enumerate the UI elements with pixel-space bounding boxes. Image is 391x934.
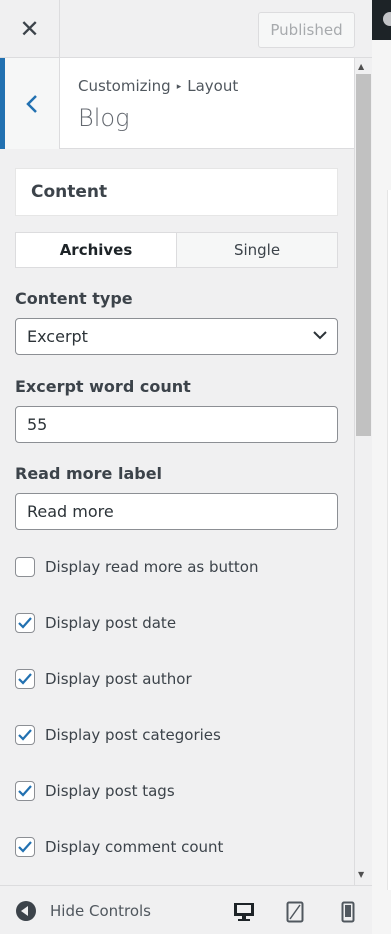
checkbox-box[interactable] [15,837,35,857]
section-title: Blog [78,104,130,132]
content-type-value: Excerpt [27,327,88,346]
preview-page [387,190,391,890]
excerpt-word-count-label: Excerpt word count [15,377,191,396]
customizer-header: ✕ Published [0,0,372,58]
section-header: Customizing ▸ Layout Blog [0,58,354,149]
breadcrumb-child: Layout [187,77,239,95]
checkbox-box[interactable] [15,725,35,745]
scroll-down-arrow-icon[interactable]: ▼ [358,870,364,879]
mobile-icon [341,901,355,923]
checkbox-box[interactable] [15,781,35,801]
collapse-icon [16,901,36,921]
content-type-label: Content type [15,289,133,308]
checkbox-label: Display post categories [45,726,221,744]
mobile-preview-button[interactable] [336,900,360,924]
scroll-up-arrow-icon[interactable]: ▲ [358,62,364,71]
desktop-icon [234,903,254,921]
checkbox-label: Display post tags [45,782,175,800]
breadcrumb-separator-icon: ▸ [176,82,182,92]
scrollbar-thumb[interactable] [356,74,371,436]
checkbox-comment-count[interactable]: Display comment count [15,836,223,858]
checkbox-label: Display post date [45,614,177,632]
close-customizer-button[interactable]: ✕ [0,0,60,58]
hide-controls-label: Hide Controls [50,902,152,920]
checkmark-icon [18,729,32,741]
checkbox-label: Display read more as button [45,558,259,576]
checkbox-post-tags[interactable]: Display post tags [15,780,175,802]
publish-button[interactable]: Published [258,12,355,48]
tab-single[interactable]: Single [177,233,337,267]
checkbox-label: Display comment count [45,838,224,856]
hide-controls-button[interactable]: Hide Controls [16,901,151,921]
customizer-footer: Hide Controls [0,885,372,934]
checkbox-post-date[interactable]: Display post date [15,612,176,634]
excerpt-word-count-value: 55 [27,415,48,434]
read-more-input[interactable]: Read more [15,493,338,530]
group-title: Content [15,168,338,216]
customizer-sidebar: ✕ Published Customizing ▸ Layout Blog ▲ ▼ … [0,0,372,934]
checkbox-box[interactable] [15,613,35,633]
checkmark-icon [18,785,32,797]
breadcrumb: Customizing ▸ Layout [78,77,238,95]
checkbox-box[interactable] [15,557,35,577]
close-icon: ✕ [19,15,40,43]
checkmark-icon [18,673,32,685]
read-more-value: Read more [27,502,114,521]
content-type-select[interactable]: Excerpt [15,318,338,355]
excerpt-word-count-input[interactable]: 55 [15,406,338,443]
back-button[interactable] [0,58,60,149]
tablet-preview-button[interactable] [283,900,307,924]
chevron-down-icon [313,331,327,340]
checkmark-icon [18,841,32,853]
tablet-icon [286,901,304,923]
breadcrumb-parent: Customizing [78,77,171,95]
desktop-preview-button[interactable] [232,900,256,924]
checkmark-icon [18,617,32,629]
chevron-left-icon [26,94,37,113]
checkbox-label: Display post author [45,670,192,688]
checkbox-read-more-button[interactable]: Display read more as button [15,556,258,578]
read-more-label-heading: Read more label [15,464,163,483]
tab-archives[interactable]: Archives [16,233,177,267]
checkbox-box[interactable] [15,669,35,689]
checkbox-post-categories[interactable]: Display post categories [15,724,221,746]
site-preview [372,0,391,934]
wordpress-logo-icon [383,12,391,26]
archive-single-tabs: Archives Single [15,232,338,268]
checkbox-post-author[interactable]: Display post author [15,668,192,690]
